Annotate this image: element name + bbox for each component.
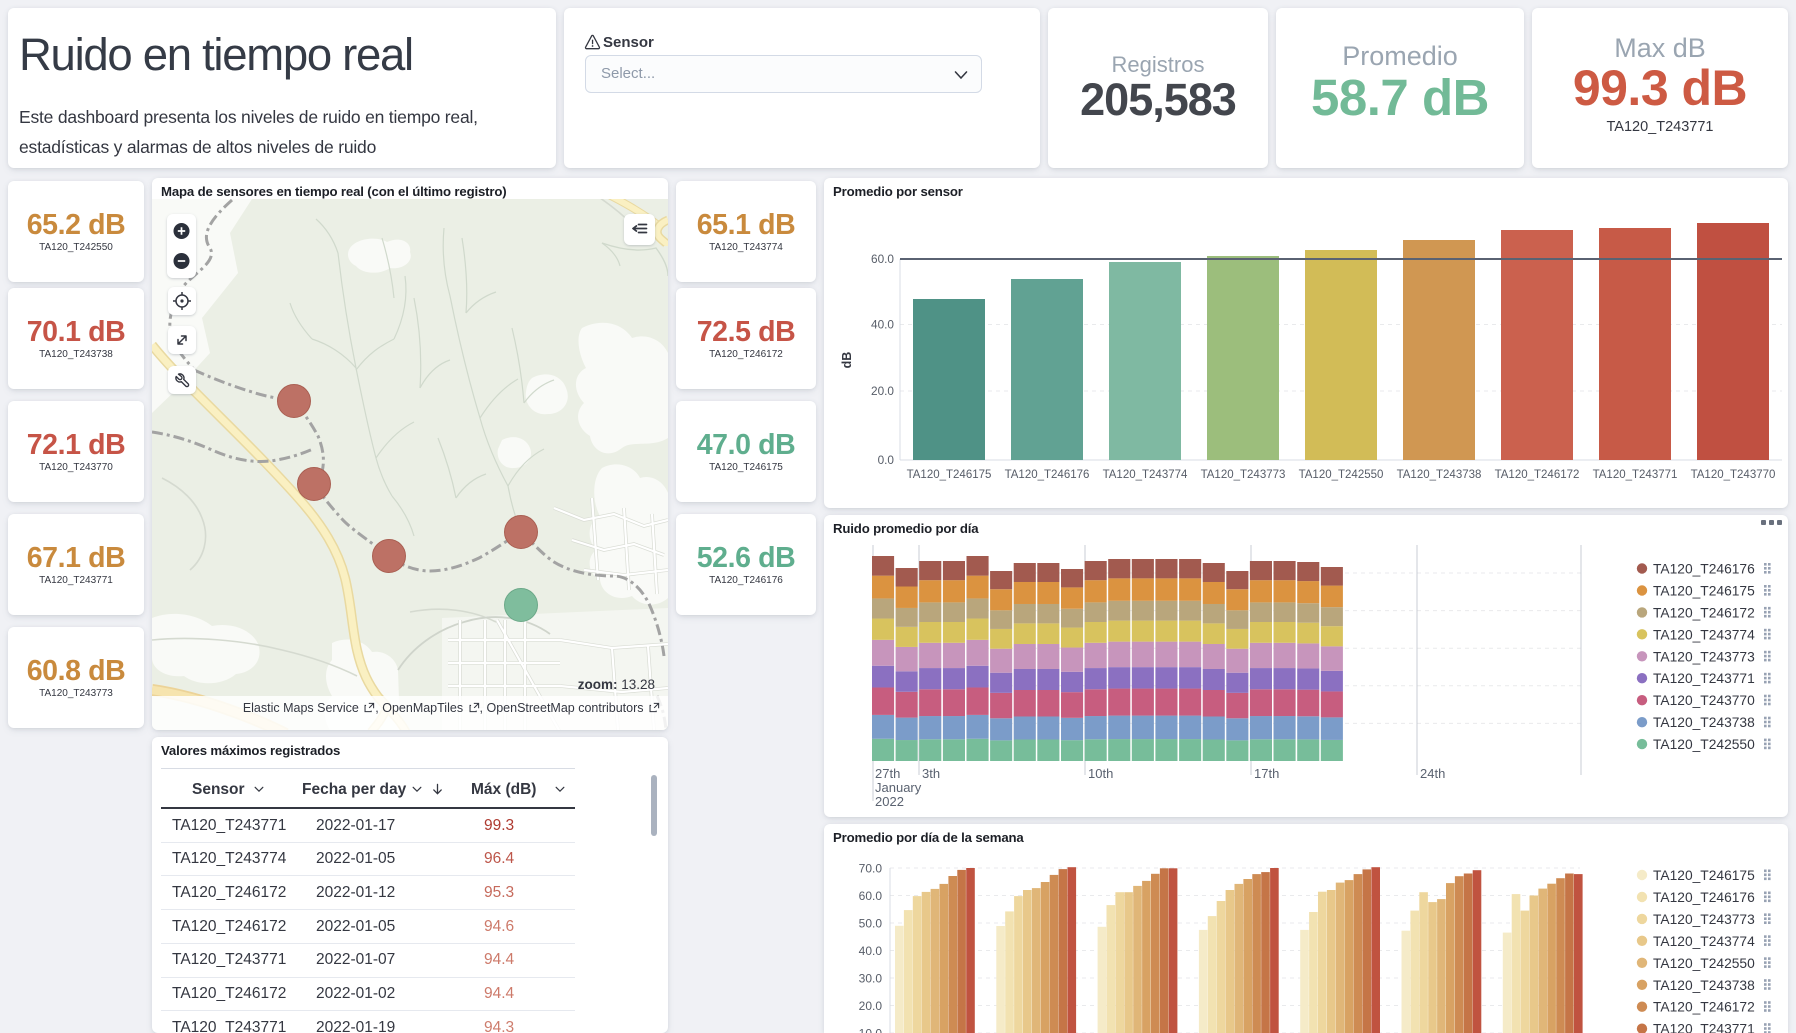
svg-text:TA120_T243738: TA120_T243738 [1653, 715, 1755, 730]
svg-text:10.0: 10.0 [859, 1027, 883, 1033]
svg-text:TA120_T242550: TA120_T242550 [1653, 737, 1755, 752]
svg-text:60.0: 60.0 [859, 889, 883, 903]
svg-text:3th: 3th [922, 766, 940, 781]
svg-text:40.0: 40.0 [859, 944, 883, 958]
svg-text:50.0: 50.0 [859, 917, 883, 931]
svg-text:17th: 17th [1254, 766, 1279, 781]
svg-text:TA120_T243738: TA120_T243738 [1653, 978, 1755, 993]
svg-text:70.0: 70.0 [859, 862, 883, 876]
svg-text:TA120_T246176: TA120_T246176 [1653, 562, 1755, 577]
svg-text:TA120_T243771: TA120_T243771 [1653, 1022, 1755, 1033]
svg-text:TA120_T243773: TA120_T243773 [1653, 649, 1755, 664]
svg-text:27th: 27th [875, 766, 900, 781]
svg-text:January: January [875, 780, 922, 795]
svg-text:2022: 2022 [875, 794, 904, 809]
svg-text:60.0: 60.0 [871, 252, 894, 266]
svg-text:TA120_T243738: TA120_T243738 [1397, 469, 1482, 481]
svg-text:TA120_T246172: TA120_T246172 [1653, 1000, 1755, 1015]
svg-text:20.0: 20.0 [871, 384, 894, 398]
svg-text:TA120_T246172: TA120_T246172 [1495, 469, 1580, 481]
svg-text:TA120_T242550: TA120_T242550 [1653, 956, 1755, 971]
svg-text:TA120_T246172: TA120_T246172 [1653, 605, 1755, 620]
svg-text:20.0: 20.0 [859, 999, 883, 1013]
svg-text:40.0: 40.0 [871, 318, 894, 332]
svg-text:TA120_T243774: TA120_T243774 [1103, 469, 1188, 481]
svg-text:0.0: 0.0 [878, 453, 895, 467]
svg-text:10th: 10th [1088, 766, 1113, 781]
svg-text:TA120_T243771: TA120_T243771 [1653, 671, 1755, 686]
svg-text:TA120_T243773: TA120_T243773 [1201, 469, 1286, 481]
svg-text:TA120_T243770: TA120_T243770 [1653, 693, 1755, 708]
svg-text:TA120_T243774: TA120_T243774 [1653, 627, 1755, 642]
svg-text:TA120_T243773: TA120_T243773 [1653, 912, 1755, 927]
svg-text:TA120_T246175: TA120_T246175 [1653, 584, 1755, 599]
svg-text:TA120_T246176: TA120_T246176 [1653, 890, 1755, 905]
svg-text:TA120_T246175: TA120_T246175 [1653, 868, 1755, 883]
svg-text:24th: 24th [1420, 766, 1445, 781]
svg-text:TA120_T242550: TA120_T242550 [1299, 469, 1384, 481]
svg-text:TA120_T243774: TA120_T243774 [1653, 934, 1755, 949]
svg-text:TA120_T246176: TA120_T246176 [1005, 469, 1090, 481]
svg-text:TA120_T243771: TA120_T243771 [1593, 469, 1678, 481]
svg-text:TA120_T246175: TA120_T246175 [907, 469, 992, 481]
svg-text:dB: dB [840, 352, 854, 369]
svg-text:30.0: 30.0 [859, 972, 883, 986]
svg-text:TA120_T243770: TA120_T243770 [1691, 469, 1776, 481]
